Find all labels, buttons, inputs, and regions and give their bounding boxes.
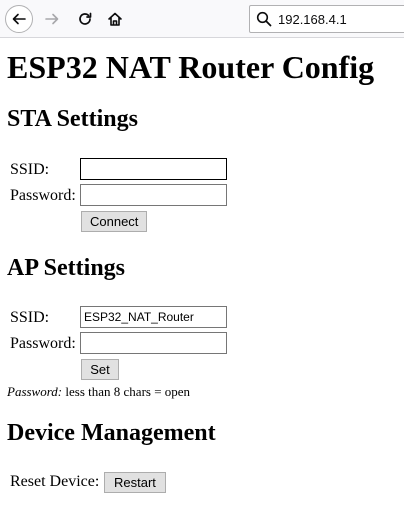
forward-arrow-icon <box>45 13 59 25</box>
device-management-heading: Device Management <box>7 420 216 446</box>
ap-ssid-label: SSID: <box>10 309 50 326</box>
sta-settings-heading: STA Settings <box>7 106 138 132</box>
home-icon <box>108 12 122 26</box>
reset-device-label: Reset Device: <box>10 473 100 490</box>
note-italic-label: Password: <box>7 384 63 399</box>
browser-toolbar <box>0 0 404 38</box>
sta-password-input[interactable] <box>80 184 227 206</box>
sta-ssid-label: SSID: <box>10 161 50 178</box>
sta-ssid-input[interactable] <box>80 158 227 180</box>
url-bar[interactable] <box>249 5 404 33</box>
url-input[interactable] <box>278 11 403 27</box>
ap-password-label: Password: <box>10 335 76 352</box>
home-button[interactable] <box>101 5 129 33</box>
ap-settings-heading: AP Settings <box>7 255 126 281</box>
ap-password-note: Password: less than 8 chars = open <box>7 384 190 400</box>
note-text: less than 8 chars = open <box>62 384 191 399</box>
back-button[interactable] <box>5 5 33 33</box>
page-title: ESP32 NAT Router Config <box>7 49 375 85</box>
search-icon <box>256 11 272 27</box>
back-arrow-icon <box>12 13 26 25</box>
reload-icon <box>79 12 92 25</box>
sta-password-label: Password: <box>10 187 76 204</box>
ap-password-input[interactable] <box>80 332 227 354</box>
set-button[interactable]: Set <box>81 359 119 380</box>
connect-button[interactable]: Connect <box>81 211 148 232</box>
forward-button[interactable] <box>38 5 66 33</box>
restart-button[interactable]: Restart <box>104 472 166 493</box>
reload-button[interactable] <box>71 5 99 33</box>
ap-ssid-input[interactable] <box>80 306 227 328</box>
